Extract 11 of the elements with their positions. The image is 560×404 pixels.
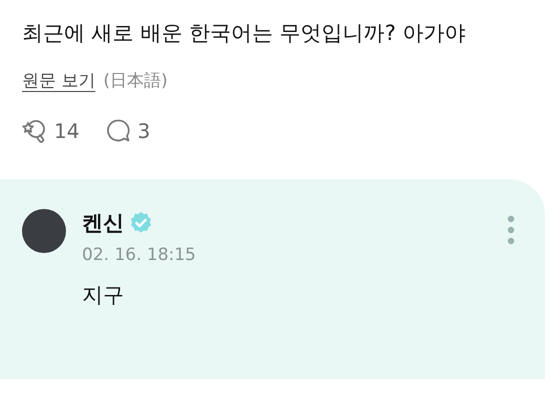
avatar	[22, 209, 66, 253]
sparkle-lightbulb-icon[interactable]	[22, 118, 48, 144]
speech-bubble-icon[interactable]	[105, 118, 132, 144]
reaction-count: 3	[137, 119, 150, 143]
post-text: 최근에 새로 배운 한국어는 무엇입니까? 아가야	[21, 20, 467, 47]
author-name: 켄신	[82, 210, 124, 237]
reaction-count: 14	[54, 119, 80, 143]
source-language: (日本語)	[103, 70, 168, 92]
reply-time: 02. 16. 18:15	[82, 245, 196, 265]
reply-text: 지구	[82, 282, 125, 309]
view-original-link[interactable]: 원문 보기	[22, 69, 96, 92]
